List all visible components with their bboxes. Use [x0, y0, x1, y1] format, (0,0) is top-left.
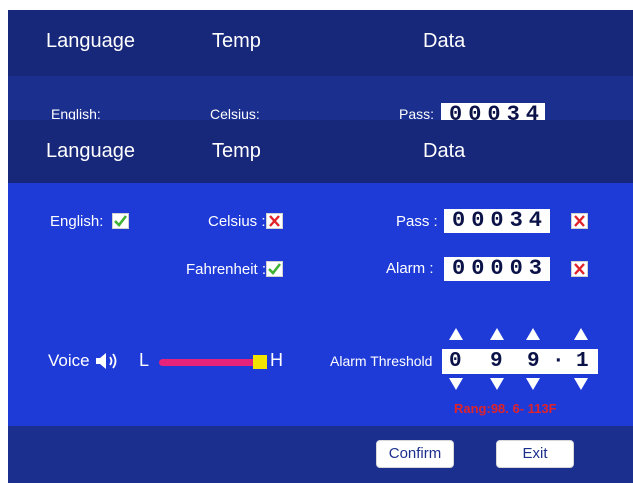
- panel-footer: Confirm Exit: [8, 426, 633, 483]
- alarm-threshold-display: 0 9 9 · 1: [442, 349, 598, 374]
- range-text: Rang:98. 6- 113F: [454, 401, 557, 416]
- english-label: English:: [50, 213, 104, 230]
- voice-slider-thumb[interactable]: [253, 355, 267, 369]
- header-data: Data: [423, 140, 466, 162]
- background-header-data: Data: [423, 30, 466, 52]
- cross-icon: [269, 215, 280, 227]
- background-panel: Language Temp Data English: Celsius: Pas…: [8, 10, 633, 120]
- background-header: Language Temp Data: [8, 10, 633, 76]
- background-pass-label: Pass:: [399, 106, 435, 120]
- digit-1-up-arrow-icon[interactable]: [449, 328, 463, 340]
- background-english-label: English:: [51, 106, 101, 120]
- digit-3-up-arrow-icon[interactable]: [526, 328, 540, 340]
- check-icon: [114, 215, 128, 227]
- cross-icon: [574, 263, 585, 275]
- digit-2-up-arrow-icon[interactable]: [490, 328, 504, 340]
- settings-panel: Language Temp Data English: Celsius : Fa…: [8, 120, 633, 483]
- digit-4-up-arrow-icon[interactable]: [574, 328, 588, 340]
- threshold-digit-1[interactable]: 0: [449, 349, 462, 374]
- fahrenheit-label: Fahrenheit :: [186, 261, 267, 278]
- fahrenheit-checkbox[interactable]: [266, 261, 283, 277]
- cross-icon: [574, 215, 585, 227]
- celsius-label: Celsius :: [208, 213, 266, 230]
- threshold-digit-4[interactable]: 1: [576, 349, 589, 374]
- settings-screen: Language Temp Data English: Celsius: Pas…: [8, 10, 633, 483]
- digit-3-down-arrow-icon[interactable]: [526, 378, 540, 390]
- digit-2-down-arrow-icon[interactable]: [490, 378, 504, 390]
- pass-label: Pass :: [396, 213, 438, 230]
- alarm-value[interactable]: 00003: [444, 257, 550, 281]
- digit-4-down-arrow-icon[interactable]: [574, 378, 588, 390]
- exit-button[interactable]: Exit: [496, 440, 574, 468]
- background-partial-row: English: Celsius: Pass: 00034: [8, 76, 633, 120]
- header-language: Language: [46, 140, 135, 162]
- speaker-icon: [96, 353, 117, 369]
- background-celsius-label: Celsius:: [210, 106, 260, 120]
- pass-value[interactable]: 00034: [444, 209, 550, 233]
- voice-slider-track: [159, 359, 257, 366]
- background-header-language: Language: [46, 30, 135, 52]
- pass-cross-checkbox[interactable]: [571, 213, 588, 229]
- alarm-label: Alarm :: [386, 260, 434, 277]
- check-icon: [268, 263, 282, 275]
- alarm-cross-checkbox[interactable]: [571, 261, 588, 277]
- confirm-button[interactable]: Confirm: [376, 440, 454, 468]
- voice-slider[interactable]: [159, 355, 267, 369]
- voice-high-label: H: [270, 350, 283, 370]
- celsius-checkbox[interactable]: [266, 213, 283, 229]
- voice-low-label: L: [139, 350, 150, 370]
- header-temp: Temp: [212, 140, 261, 162]
- voice-label: Voice: [48, 351, 90, 370]
- digit-1-down-arrow-icon[interactable]: [449, 378, 463, 390]
- english-checkbox[interactable]: [112, 213, 129, 229]
- threshold-digit-3[interactable]: 9: [527, 349, 540, 374]
- alarm-threshold-label: Alarm Threshold: [330, 353, 433, 369]
- threshold-decimal-point: ·: [552, 350, 565, 373]
- background-pass-value: 00034: [441, 103, 545, 120]
- threshold-digit-2[interactable]: 9: [490, 349, 503, 374]
- panel-body: English: Celsius : Fahrenheit : Pass : 0…: [8, 183, 633, 426]
- background-header-temp: Temp: [212, 30, 261, 52]
- panel-header: Language Temp Data: [8, 120, 633, 183]
